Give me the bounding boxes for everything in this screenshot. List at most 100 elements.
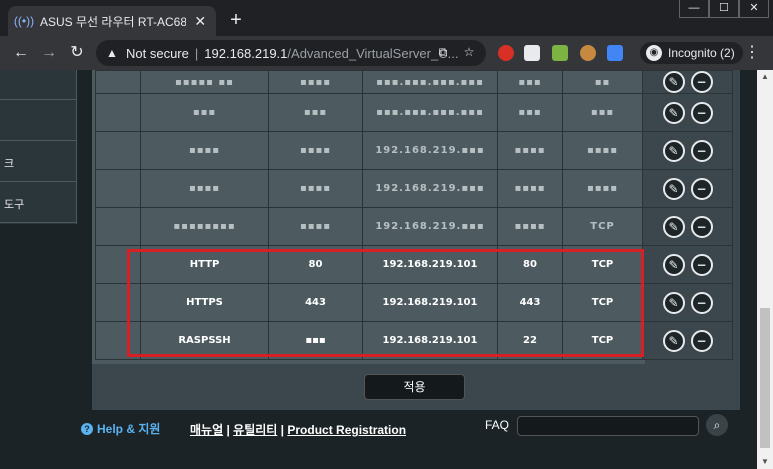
incognito-indicator[interactable]: ◉ Incognito (2) <box>640 42 743 64</box>
minimize-button[interactable]: — <box>679 0 709 18</box>
tab-close-icon[interactable]: ✕ <box>192 13 208 30</box>
incognito-label: Incognito (2) <box>668 46 735 60</box>
tab-bar: ((•)) ASUS 무선 라우터 RT-AC68P - 가 ✕ + — ☐ ✕ <box>0 0 773 36</box>
sidebar-item-1[interactable] <box>0 100 76 141</box>
manual-link[interactable]: 매뉴얼 <box>190 423 223 437</box>
edit-icon[interactable]: ✎ <box>662 253 685 276</box>
omnibox-actions: ⧉ ☆ <box>434 45 478 60</box>
tab-title: ASUS 무선 라우터 RT-AC68P - 가 <box>40 14 187 29</box>
row-spacer-cell <box>95 70 141 94</box>
row-actions: ✎ − <box>643 139 732 162</box>
forward-button[interactable]: → <box>38 42 60 64</box>
local-ip-cell: 192.168.219.▪▪▪ <box>362 207 498 246</box>
utility-link[interactable]: 유틸리티 <box>233 423 277 437</box>
security-label[interactable]: Not secure <box>126 46 189 61</box>
url-host: 192.168.219.1 <box>204 45 288 61</box>
footer-sep-2: | <box>277 423 288 437</box>
row-actions-cell: ✎ − <box>642 70 733 94</box>
footer: ? Help & 지원 매뉴얼 | 유틸리티 | Product Registr… <box>0 410 757 469</box>
apply-button[interactable]: 적용 <box>364 374 465 400</box>
row-actions: ✎ − <box>643 177 732 200</box>
scroll-up-arrow[interactable]: ▲ <box>757 70 773 84</box>
local-port-cell: ▪▪▪▪ <box>497 207 563 246</box>
delete-icon[interactable]: − <box>690 253 713 276</box>
row-actions-cell: ✎ − <box>642 245 733 284</box>
local-port-cell: ▪▪▪▪ <box>497 131 563 170</box>
local-port-cell: ▪▪▪ <box>497 93 563 132</box>
help-icon: ? <box>81 422 93 435</box>
table-row: ▪▪▪▪▪ ▪▪ ▪▪▪▪ ▪▪▪.▪▪▪.▪▪▪.▪▪▪ ▪▪▪ ▪▪ ✎ − <box>95 70 733 94</box>
delete-icon[interactable]: − <box>690 177 713 200</box>
delete-icon[interactable]: − <box>690 291 713 314</box>
service-name-cell: ▪▪▪▪ <box>140 131 269 170</box>
product-registration-link[interactable]: Product Registration <box>287 423 406 437</box>
edit-icon[interactable]: ✎ <box>662 215 685 238</box>
tab-router[interactable]: ((•)) ASUS 무선 라우터 RT-AC68P - 가 ✕ <box>8 6 216 36</box>
back-button[interactable]: ← <box>10 42 32 64</box>
row-actions: ✎ − <box>643 291 732 314</box>
row-actions: ✎ − <box>643 253 732 276</box>
edit-icon[interactable]: ✎ <box>662 101 685 124</box>
address-bar[interactable]: ▲ Not secure | 192.168.219.1/Advanced_Vi… <box>96 40 486 66</box>
extension-doc-icon[interactable] <box>524 45 540 61</box>
row-actions: ✎ − <box>643 71 732 93</box>
faq-search-input[interactable] <box>517 416 699 436</box>
translate-icon[interactable]: ⧉ <box>434 45 452 60</box>
reload-button[interactable]: ↻ <box>66 42 88 64</box>
edit-icon[interactable]: ✎ <box>662 291 685 314</box>
table-row: ▪▪▪▪▪▪▪▪ ▪▪▪▪ 192.168.219.▪▪▪ ▪▪▪▪ TCP ✎ − <box>95 207 733 246</box>
scroll-thumb[interactable] <box>760 308 770 448</box>
protocol-cell: ▪▪▪▪ <box>562 131 643 170</box>
help-link[interactable]: ? Help & 지원 <box>81 420 160 437</box>
sidebar-item-3[interactable]: 도구 <box>0 182 76 223</box>
delete-icon[interactable]: − <box>690 71 713 93</box>
bookmark-star-icon[interactable]: ☆ <box>460 45 478 60</box>
table-row: ▪▪▪▪ ▪▪▪▪ 192.168.219.▪▪▪ ▪▪▪▪ ▪▪▪▪ ✎ − <box>95 131 733 170</box>
edit-icon[interactable]: ✎ <box>662 177 685 200</box>
edit-icon[interactable]: ✎ <box>662 139 685 162</box>
local-ip-cell: 192.168.219.▪▪▪ <box>362 131 498 170</box>
browser-menu-icon[interactable]: ⋮ <box>744 42 760 64</box>
port-range-cell: ▪▪▪ <box>268 93 363 132</box>
protocol-cell: ▪▪▪ <box>562 93 643 132</box>
delete-icon[interactable]: − <box>690 101 713 124</box>
row-actions-cell: ✎ − <box>642 169 733 208</box>
maximize-button[interactable]: ☐ <box>709 0 739 18</box>
warning-icon: ▲ <box>106 46 118 60</box>
row-actions-cell: ✎ − <box>642 321 733 360</box>
row-spacer-cell <box>95 169 141 208</box>
port-range-cell: ▪▪▪▪ <box>268 131 363 170</box>
extension-stop-icon[interactable] <box>498 45 514 61</box>
protocol-cell: ▪▪ <box>562 70 643 94</box>
faq-label: FAQ <box>485 418 510 432</box>
port-range-cell: ▪▪▪▪ <box>268 169 363 208</box>
page-scrollbar[interactable]: ▲ ▼ <box>757 70 773 469</box>
extension-square-icon[interactable] <box>607 45 623 61</box>
row-actions: ✎ − <box>643 329 732 352</box>
local-port-cell: ▪▪▪▪ <box>497 169 563 208</box>
highlight-box <box>127 249 644 357</box>
row-actions: ✎ − <box>643 215 732 238</box>
window-controls: — ☐ ✕ <box>679 0 769 18</box>
delete-icon[interactable]: − <box>690 215 713 238</box>
faq-search-icon[interactable]: ⌕ <box>706 414 728 436</box>
scroll-down-arrow[interactable]: ▼ <box>757 455 773 469</box>
local-ip-cell: 192.168.219.▪▪▪ <box>362 169 498 208</box>
delete-icon[interactable]: − <box>690 329 713 352</box>
delete-icon[interactable]: − <box>690 139 713 162</box>
table-row: ▪▪▪ ▪▪▪ ▪▪▪.▪▪▪.▪▪▪.▪▪▪ ▪▪▪ ▪▪▪ ✎ − <box>95 93 733 132</box>
edit-icon[interactable]: ✎ <box>662 329 685 352</box>
row-spacer-cell <box>95 207 141 246</box>
extension-cookie-icon[interactable] <box>580 45 596 61</box>
protocol-cell: ▪▪▪▪ <box>562 169 643 208</box>
new-tab-button[interactable]: + <box>226 8 246 32</box>
footer-links: 매뉴얼 | 유틸리티 | Product Registration <box>190 421 406 438</box>
sidebar-item-0[interactable] <box>0 70 76 100</box>
edit-icon[interactable]: ✎ <box>662 71 685 93</box>
service-name-cell: ▪▪▪▪ <box>140 169 269 208</box>
port-range-cell: ▪▪▪▪ <box>268 207 363 246</box>
close-window-button[interactable]: ✕ <box>739 0 769 18</box>
sidebar-item-2[interactable]: 크 <box>0 141 76 182</box>
extension-grid-icon[interactable] <box>552 45 568 61</box>
wifi-icon: ((•)) <box>13 14 35 28</box>
